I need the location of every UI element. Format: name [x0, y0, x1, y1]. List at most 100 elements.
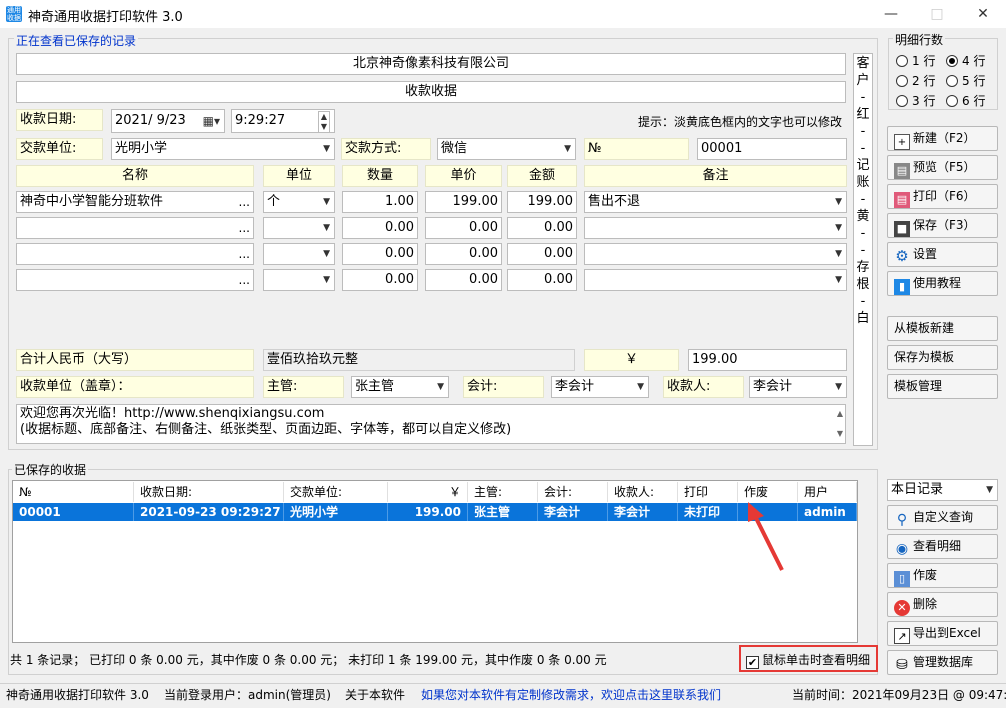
item-amount-field[interactable]: 199.00 [507, 191, 577, 213]
print-button[interactable]: ▤ 打印（F6） [887, 184, 998, 209]
payer-select[interactable]: 光明小学 ▼ [111, 138, 335, 160]
side-note[interactable]: 客户 - 红 - - 记账 - 黄 - - 存根 - 白 [853, 53, 873, 446]
minimize-button[interactable]: — [868, 0, 914, 28]
manager-select[interactable]: 张主管 ▼ [351, 376, 449, 398]
col-unit[interactable]: 单位 [263, 165, 335, 187]
item-qty-field[interactable]: 0.00 [342, 217, 418, 239]
item-name-field[interactable]: ... [16, 269, 254, 291]
no-field[interactable]: 00001 [697, 138, 847, 160]
rows-option-radio[interactable]: 6 行 [946, 92, 985, 109]
item-amount-field[interactable]: 0.00 [507, 243, 577, 265]
no-label[interactable]: № [584, 138, 689, 160]
accountant-label[interactable]: 会计: [463, 376, 544, 398]
total-value[interactable]: 199.00 [688, 349, 847, 371]
delete-button[interactable]: ✕ 删除 [887, 592, 998, 617]
item-note-select[interactable]: 售出不退 ▼ [584, 191, 847, 213]
about-link[interactable]: 关于本软件 [345, 684, 405, 706]
custom-contact-link[interactable]: 如果您对本软件有定制修改需求，欢迎点击这里联系我们 [421, 684, 721, 706]
item-note-select[interactable]: ▼ [584, 217, 847, 239]
table-header-cell[interactable]: 收款日期: [134, 482, 284, 502]
scroll-up-icon[interactable]: ▲ [837, 406, 843, 422]
payer-label[interactable]: 交款单位: [16, 138, 103, 160]
table-header-cell[interactable]: ￥ [388, 482, 468, 502]
rows-option-radio[interactable]: 2 行 [896, 72, 935, 89]
col-price[interactable]: 单价 [425, 165, 502, 187]
item-unit-select[interactable]: 个 ▼ [263, 191, 335, 213]
total-label[interactable]: 合计人民币（大写） [16, 349, 254, 371]
more-icon[interactable]: ... [239, 270, 250, 290]
cashier-label[interactable]: 收款人: [663, 376, 744, 398]
item-name-field[interactable]: 神奇中小学智能分班软件... [16, 191, 254, 213]
save-template-button[interactable]: 保存为模板 [887, 345, 998, 370]
manage-db-button[interactable]: ⛁ 管理数据库 [887, 650, 998, 675]
time-spin-icon[interactable]: ▲ ▼ [317, 111, 330, 132]
item-note-select[interactable]: ▼ [584, 243, 847, 265]
method-select[interactable]: 微信 ▼ [437, 138, 576, 160]
table-header-cell[interactable]: 作废 [738, 482, 798, 502]
rows-option-radio[interactable]: 5 行 [946, 72, 985, 89]
item-price-field[interactable]: 0.00 [425, 269, 502, 291]
close-button[interactable]: ✕ [960, 0, 1006, 28]
col-qty[interactable]: 数量 [342, 165, 418, 187]
date-picker[interactable]: 2021/ 9/23 ▦▾ [111, 109, 225, 133]
record-filter-select[interactable]: 本日记录 ▼ [887, 479, 998, 501]
save-button[interactable]: ■ 保存（F3） [887, 213, 998, 238]
item-note-select[interactable]: ▼ [584, 269, 847, 291]
manager-label[interactable]: 主管: [263, 376, 344, 398]
col-name[interactable]: 名称 [16, 165, 254, 187]
date-label[interactable]: 收款日期: [16, 109, 103, 131]
item-qty-field[interactable]: 0.00 [342, 243, 418, 265]
from-template-button[interactable]: 从模板新建 [887, 316, 998, 341]
item-amount-field[interactable]: 0.00 [507, 217, 577, 239]
table-header-cell[interactable]: 会计: [538, 482, 608, 502]
item-unit-select[interactable]: ▼ [263, 243, 335, 265]
time-field[interactable]: 9:29:27 ▲ ▼ [231, 109, 335, 133]
item-name-field[interactable]: ... [16, 217, 254, 239]
more-icon[interactable]: ... [239, 244, 250, 264]
footer-textarea[interactable]: 欢迎您再次光临！http://www.shenqixiangsu.com (收据… [16, 404, 846, 444]
item-qty-field[interactable]: 0.00 [342, 269, 418, 291]
table-header-cell[interactable]: 收款人: [608, 482, 678, 502]
item-amount-field[interactable]: 0.00 [507, 269, 577, 291]
table-header-cell[interactable]: 打印 [678, 482, 738, 502]
side-note-char: 黄 [856, 209, 870, 224]
view-detail-button[interactable]: ◉ 查看明细 [887, 534, 998, 559]
table-header-cell[interactable]: 主管: [468, 482, 538, 502]
rows-option-radio[interactable]: 1 行 [896, 52, 935, 69]
item-price-field[interactable]: 0.00 [425, 243, 502, 265]
rows-option-radio[interactable]: 4 行 [946, 52, 985, 69]
rows-option-radio[interactable]: 3 行 [896, 92, 935, 109]
preview-button[interactable]: ▤ 预览（F5） [887, 155, 998, 180]
manage-db-label: 管理数据库 [913, 655, 974, 669]
table-header-cell[interactable]: 交款单位: [284, 482, 388, 502]
method-label[interactable]: 交款方式: [341, 138, 431, 160]
item-price-field[interactable]: 199.00 [425, 191, 502, 213]
accountant-select[interactable]: 李会计 ▼ [551, 376, 649, 398]
item-unit-select[interactable]: ▼ [263, 217, 335, 239]
receipt-title-field[interactable]: 收款收据 [16, 81, 846, 103]
new-button[interactable]: + 新建（F2） [887, 126, 998, 151]
tutorial-button[interactable]: ▮ 使用教程 [887, 271, 998, 296]
yen-label[interactable]: ￥ [584, 349, 679, 371]
export-excel-button[interactable]: ↗ 导出到Excel [887, 621, 998, 646]
item-unit-select[interactable]: ▼ [263, 269, 335, 291]
more-icon[interactable]: ... [239, 218, 250, 238]
manage-template-button[interactable]: 模板管理 [887, 374, 998, 399]
col-amount[interactable]: 金额 [507, 165, 577, 187]
col-note[interactable]: 备注 [584, 165, 847, 187]
table-header-cell[interactable]: 用户 [798, 482, 857, 502]
click-view-checkbox[interactable]: ✔ 鼠标单击时查看明细 [746, 651, 870, 669]
settings-button[interactable]: ⚙ 设置 [887, 242, 998, 267]
item-price-field[interactable]: 0.00 [425, 217, 502, 239]
void-button[interactable]: ▯ 作废 [887, 563, 998, 588]
calendar-icon[interactable]: ▦▾ [203, 110, 220, 132]
item-name-field[interactable]: ... [16, 243, 254, 265]
more-icon[interactable]: ... [239, 192, 250, 212]
seal-label[interactable]: 收款单位（盖章）： [16, 376, 254, 398]
cashier-select[interactable]: 李会计 ▼ [749, 376, 847, 398]
company-field[interactable]: 北京神奇像素科技有限公司 [16, 53, 846, 75]
custom-query-button[interactable]: ⚲ 自定义查询 [887, 505, 998, 530]
scroll-down-icon[interactable]: ▼ [837, 426, 843, 442]
item-qty-field[interactable]: 1.00 [342, 191, 418, 213]
table-header-cell[interactable]: № [13, 482, 134, 502]
